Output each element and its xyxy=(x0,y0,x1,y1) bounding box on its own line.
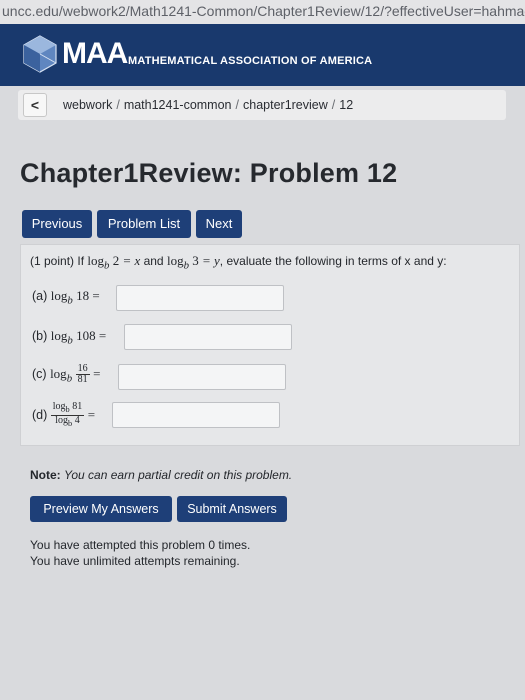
brand-name: MAA xyxy=(62,37,128,70)
back-button[interactable]: < xyxy=(23,93,47,117)
site-header: MAA MATHEMATICAL ASSOCIATION OF AMERICA xyxy=(0,24,525,86)
partial-credit-note: Note: You can earn partial credit on thi… xyxy=(30,468,293,482)
answer-input-d[interactable] xyxy=(112,402,280,428)
problem-list-button[interactable]: Problem List xyxy=(97,210,191,238)
attempts-remaining: You have unlimited attempts remaining. xyxy=(30,554,240,568)
submit-answers-button[interactable]: Submit Answers xyxy=(177,496,287,522)
answer-input-c[interactable] xyxy=(118,364,286,390)
breadcrumb-trail: webwork / math1241-common / chapter1review/1… xyxy=(63,98,354,112)
answer-input-b[interactable] xyxy=(124,324,292,350)
condition-2: logb 3 = y xyxy=(166,253,220,272)
next-button[interactable]: Next xyxy=(196,210,242,238)
preview-answers-button[interactable]: Preview My Answers xyxy=(30,496,172,522)
breadcrumb: < webwork / math1241-common / chapter1review… xyxy=(18,90,506,120)
address-bar[interactable]: uncc.edu/webwork2/Math1241-Common/Chapte… xyxy=(0,0,525,24)
part-c: (c) logb 16 81 = xyxy=(32,363,101,385)
maa-logo-icon xyxy=(23,35,57,73)
answer-input-a[interactable] xyxy=(116,285,284,311)
part-b: (b) logb 108 = xyxy=(32,328,107,347)
attempts-count: You have attempted this problem 0 times. xyxy=(30,538,251,552)
breadcrumb-item-course[interactable]: math1241-common xyxy=(124,98,232,112)
problem-statement: (1 point) If logb 2 = x and logb 3 = y, … xyxy=(30,253,447,272)
breadcrumb-item-set[interactable]: chapter1review xyxy=(243,98,328,112)
part-a: (a) logb 18 = xyxy=(32,288,100,307)
breadcrumb-item-problem: 12 xyxy=(339,98,354,112)
breadcrumb-item-webwork[interactable]: webwork xyxy=(63,98,112,112)
condition-1: logb 2 = x xyxy=(87,253,141,272)
page-title: Chapter1Review: Problem 12 xyxy=(20,158,398,188)
brand-tagline: MATHEMATICAL ASSOCIATION OF AMERICA xyxy=(128,55,373,67)
previous-button[interactable]: Previous xyxy=(22,210,92,238)
part-d: (d) logb 81 logb 4 = xyxy=(32,401,96,429)
